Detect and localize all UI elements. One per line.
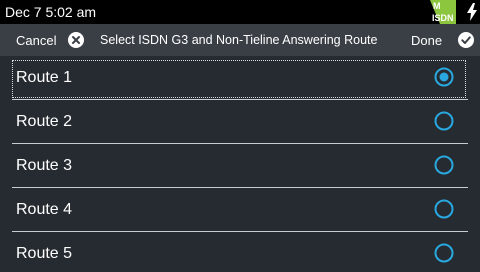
route-label: Route 5 bbox=[16, 245, 73, 262]
header-bar: Cancel Select ISDN G3 and Non-Tieline An… bbox=[0, 24, 480, 56]
route-row-4[interactable]: Route 4 bbox=[0, 188, 480, 232]
close-circle-icon bbox=[68, 32, 84, 48]
cancel-button[interactable]: Cancel bbox=[0, 24, 92, 56]
focus-ring bbox=[12, 60, 466, 98]
route-label: Route 1 bbox=[16, 69, 73, 86]
done-label: Done bbox=[411, 33, 443, 48]
radio-selected-icon[interactable] bbox=[434, 67, 454, 87]
charging-bolt-icon bbox=[467, 3, 477, 21]
isdn-badge-icon: M ISDN bbox=[430, 0, 456, 24]
done-button[interactable]: Done bbox=[400, 24, 480, 56]
route-row-5[interactable]: Route 5 bbox=[0, 232, 480, 272]
radio-unselected-icon[interactable] bbox=[434, 243, 454, 263]
route-row-3[interactable]: Route 3 bbox=[0, 144, 480, 188]
status-time: Dec 7 5:02 am bbox=[5, 4, 97, 20]
route-row-1[interactable]: Route 1 bbox=[0, 56, 480, 100]
screen: Dec 7 5:02 am M ISDN Cancel Select ISDN … bbox=[0, 0, 480, 272]
route-row-2[interactable]: Route 2 bbox=[0, 100, 480, 144]
cancel-label: Cancel bbox=[16, 33, 57, 48]
route-list: Route 1 Route 2 Route 3 Route 4 Route 5 bbox=[0, 56, 480, 272]
check-circle-icon bbox=[458, 32, 474, 48]
isdn-badge-bottom-text: ISDN bbox=[432, 13, 454, 23]
radio-unselected-icon[interactable] bbox=[434, 155, 454, 175]
status-bar: Dec 7 5:02 am M ISDN bbox=[0, 0, 480, 24]
page-title: Select ISDN G3 and Non-Tieline Answering… bbox=[100, 33, 378, 47]
route-label: Route 3 bbox=[16, 157, 73, 174]
radio-unselected-icon[interactable] bbox=[434, 199, 454, 219]
route-label: Route 4 bbox=[16, 201, 73, 218]
radio-unselected-icon[interactable] bbox=[434, 111, 454, 131]
isdn-badge-top-text: M bbox=[433, 1, 441, 11]
route-label: Route 2 bbox=[16, 113, 73, 130]
